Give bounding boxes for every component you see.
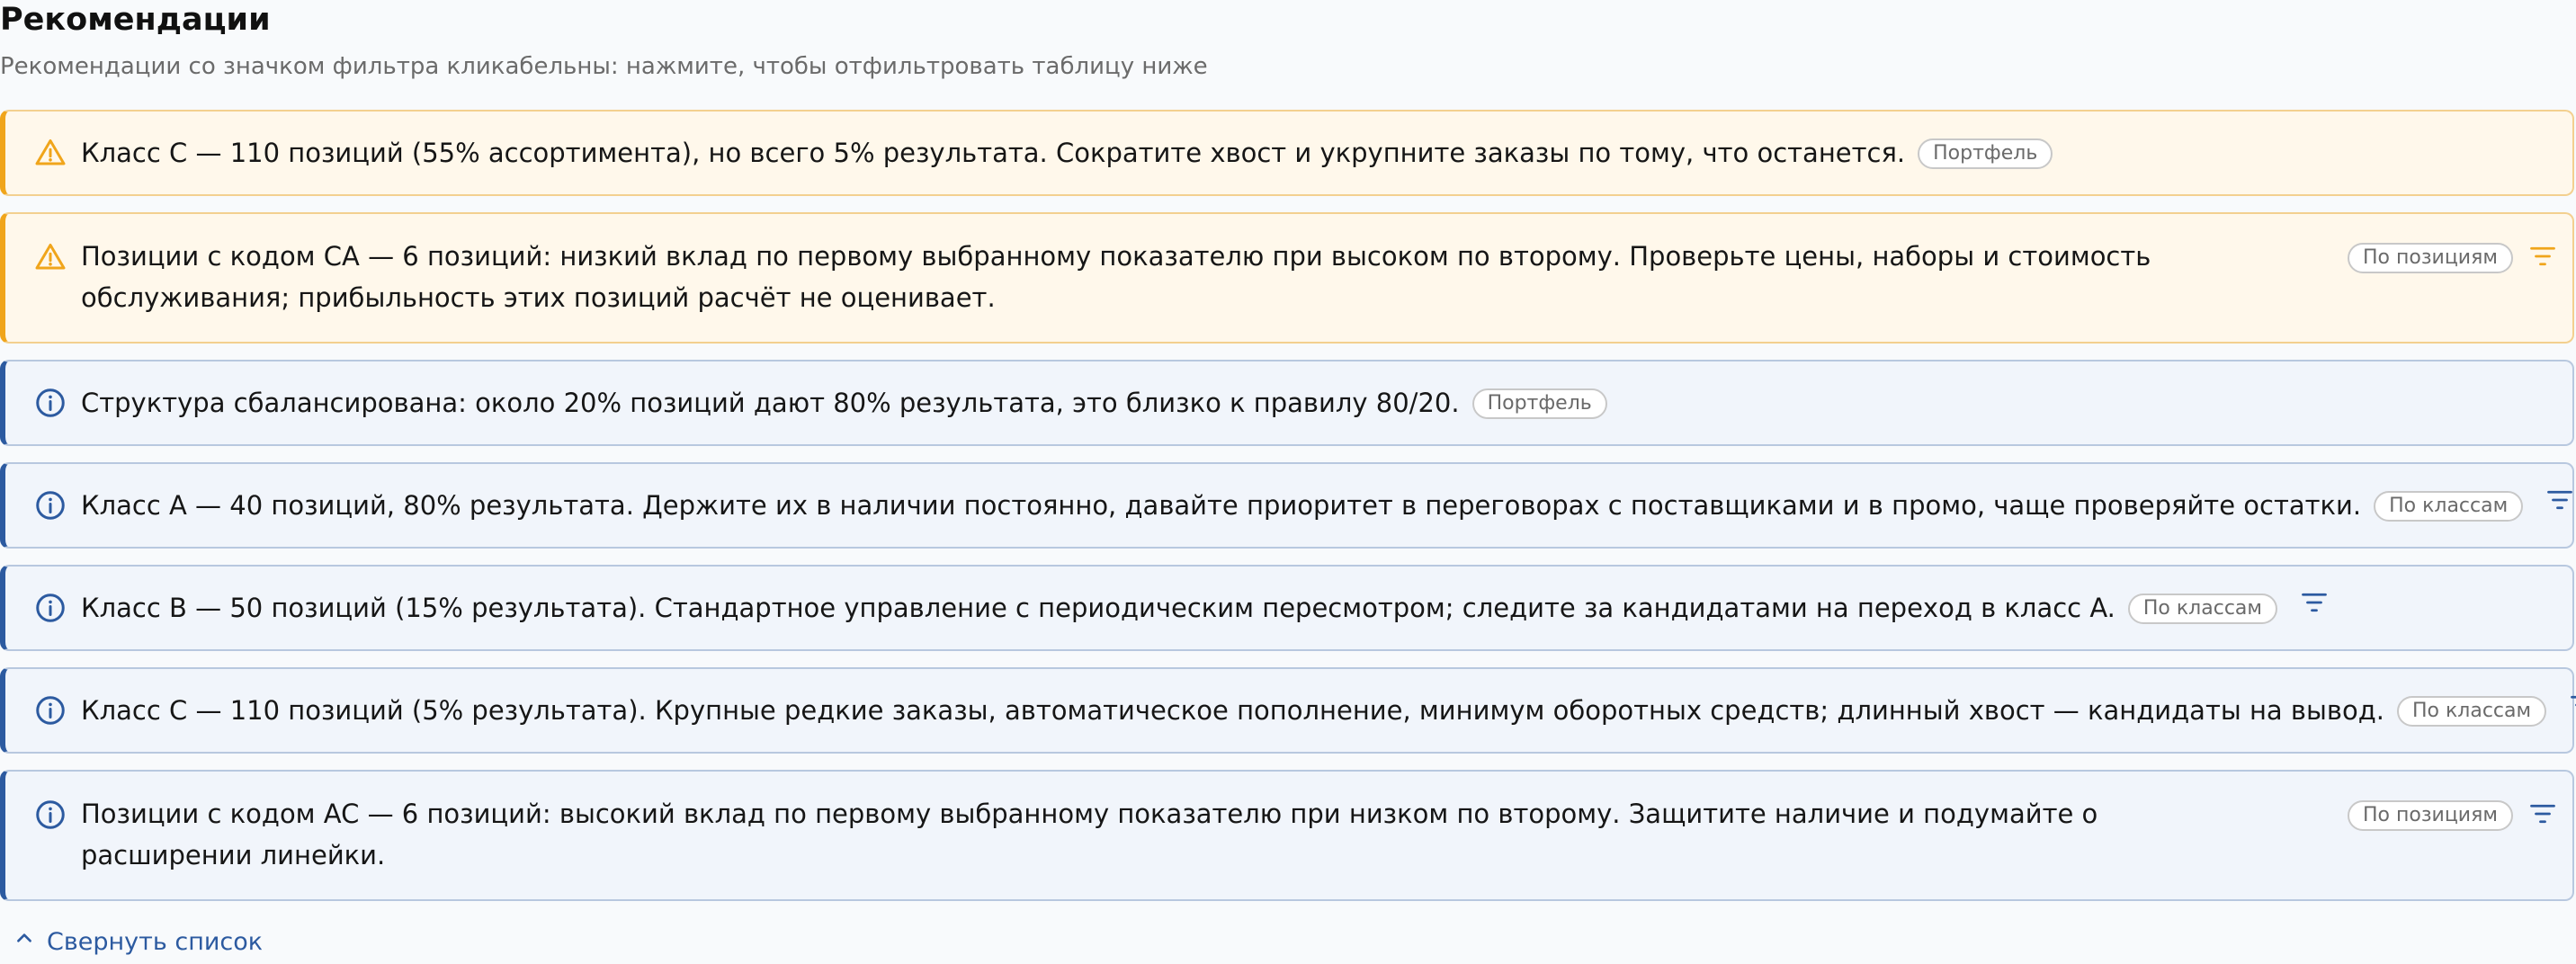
recommendation-card: Структура сбалансирована: около 20% пози… [0, 360, 2574, 446]
recommendation-text: Структура сбалансирована: около 20% пози… [81, 388, 1460, 418]
info-circle-icon [36, 594, 65, 622]
scope-tag: Портфель [1471, 388, 1607, 419]
scope-tag: По позициям [2348, 243, 2513, 273]
info-circle-icon [36, 800, 65, 829]
recommendation-card[interactable]: Класс C — 110 позиций (5% результата). К… [0, 667, 2576, 754]
scope-tag: По классам [2374, 491, 2524, 522]
recommendation-card[interactable]: Класс A — 40 позиций, 80% результата. Де… [0, 462, 2574, 549]
chevron-up-icon [17, 933, 31, 942]
recommendation-card[interactable]: Позиции с кодом CA — 6 позиций: низкий в… [0, 212, 2574, 344]
recommendation-text-wrapper: Структура сбалансирована: около 20% пози… [81, 382, 1607, 424]
recommendation-card[interactable]: Класс B — 50 позиций (15% результата). С… [0, 565, 2574, 651]
scope-tag: По позициям [2348, 800, 2513, 831]
scope-tag: Портфель [1918, 138, 2053, 169]
filter-icon[interactable] [2570, 693, 2576, 717]
recommendation-text: Позиции с кодом CA — 6 позиций: низкий в… [81, 241, 2151, 313]
warning-triangle-icon [35, 139, 66, 165]
info-circle-icon [36, 388, 65, 417]
recommendation-card: Класс C — 110 позиций (55% ассортимента)… [0, 110, 2574, 196]
collapse-list-button[interactable]: Свернуть список [14, 924, 263, 960]
filter-icon[interactable] [2546, 488, 2573, 512]
recommendation-list: Класс C — 110 позиций (55% ассортимента)… [0, 110, 2576, 917]
filter-icon[interactable] [2529, 245, 2556, 268]
filter-icon[interactable] [2529, 802, 2556, 826]
filter-icon[interactable] [2301, 591, 2328, 614]
recommendation-text: Позиции с кодом AC — 6 позиций: высокий … [81, 799, 2098, 870]
recommendation-text: Класс C — 110 позиций (5% результата). К… [81, 695, 2384, 726]
recommendation-text: Класс B — 50 позиций (15% результата). С… [81, 593, 2115, 623]
recommendation-text-wrapper: Класс B — 50 позиций (15% результата). С… [81, 587, 2328, 629]
recommendation-card[interactable]: Позиции с кодом AC — 6 позиций: высокий … [0, 770, 2574, 901]
recommendation-text-wrapper: Класс C — 110 позиций (55% ассортимента)… [81, 132, 2053, 174]
recommendation-text-wrapper: Класс A — 40 позиций, 80% результата. Де… [81, 485, 2573, 526]
scope-tag: По классам [2397, 696, 2547, 727]
collapse-list-label: Свернуть список [47, 928, 264, 956]
recommendation-text-wrapper: Класс C — 110 позиций (5% результата). К… [81, 690, 2576, 731]
recommendation-text: Класс C — 110 позиций (55% ассортимента)… [81, 138, 1906, 168]
info-circle-icon [36, 696, 65, 725]
scope-tag: По классам [2127, 594, 2277, 624]
recommendation-text: Класс A — 40 позиций, 80% результата. Де… [81, 490, 2362, 521]
page-title: Рекомендации [0, 2, 271, 38]
recommendations-panel: Рекомендации Рекомендации со значком фил… [0, 0, 2576, 964]
page-subtitle: Рекомендации со значком фильтра кликабел… [0, 53, 1208, 80]
info-circle-icon [36, 491, 65, 520]
warning-triangle-icon [35, 244, 66, 270]
